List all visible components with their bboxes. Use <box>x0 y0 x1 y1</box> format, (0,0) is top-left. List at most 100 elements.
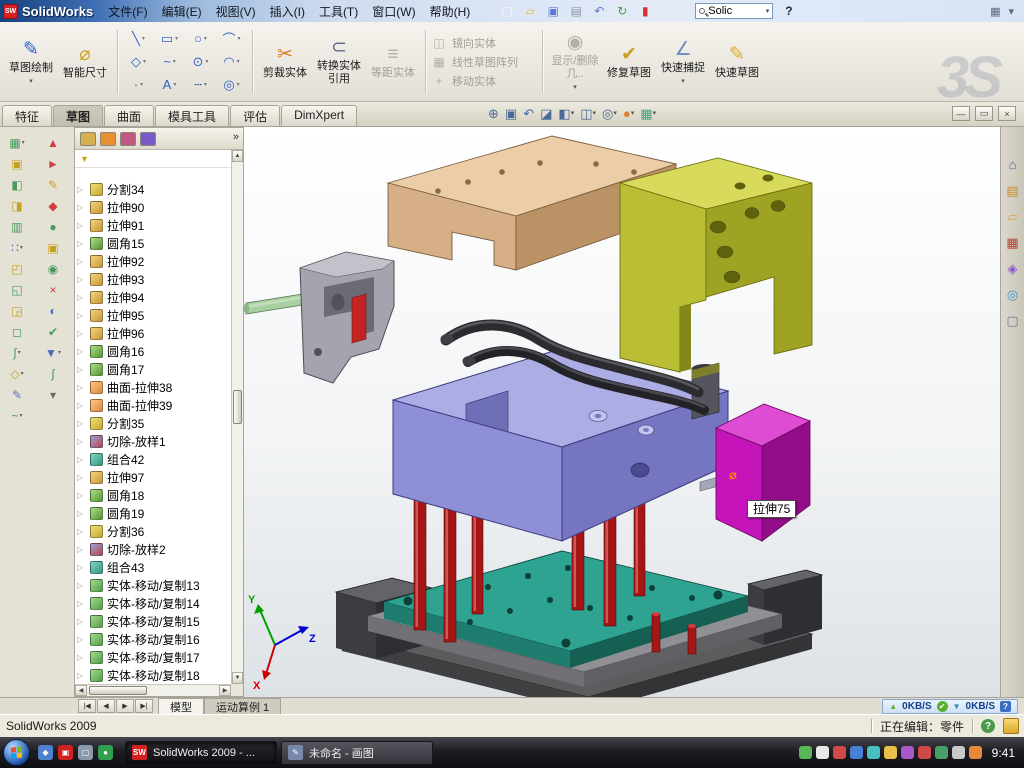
scroll-right-icon[interactable]: ▶ <box>219 685 231 696</box>
toolbar-icon[interactable]: ◧▾ <box>3 175 31 194</box>
tray-icon[interactable] <box>935 746 948 759</box>
quick-launch-icon[interactable]: ▣ <box>58 745 73 760</box>
file-explorer-icon[interactable]: ▱ <box>1008 209 1018 224</box>
panel-toggle-icon[interactable]: ▾ <box>1008 5 1014 18</box>
network-speed-widget[interactable]: ▲ 0KB/S ✔ ▼ 0KB/S ? <box>882 699 1018 714</box>
apply-scene-icon[interactable]: ▦▾ <box>640 105 656 123</box>
quick-launch-icon[interactable]: ● <box>98 745 113 760</box>
tray-icon[interactable] <box>901 746 914 759</box>
toolbar-icon[interactable]: ◇▾ <box>3 364 31 383</box>
display-delete-relations-button[interactable]: ◉ 显示/删除几.. ▾ <box>548 25 602 98</box>
expand-arrow-icon[interactable]: ▷ <box>77 221 86 230</box>
toolbar-icon[interactable]: ✔▾ <box>39 322 67 341</box>
undo-icon[interactable]: ↶ <box>591 3 607 19</box>
expand-arrow-icon[interactable]: ▷ <box>77 311 86 320</box>
command-tab[interactable]: 曲面 <box>104 105 154 126</box>
expand-arrow-icon[interactable]: ▷ <box>77 365 86 374</box>
custom-properties-icon[interactable]: ▢ <box>1006 313 1018 328</box>
command-tab[interactable]: 草图 <box>53 105 103 126</box>
edit-appearance-icon[interactable]: ●▾ <box>623 105 634 123</box>
panel-overflow-chevron[interactable]: » <box>233 131 239 143</box>
trim-entities-button[interactable]: ✂ 剪裁实体 ▾ <box>258 25 312 98</box>
restore-button[interactable]: ▭ <box>975 106 993 121</box>
toolbar-icon[interactable]: ◰▾ <box>3 259 31 278</box>
info-icon[interactable]: ? <box>1000 701 1011 712</box>
tree-item[interactable]: ▷ 圆角19 <box>75 504 231 522</box>
toolbar-icon[interactable]: ▦▾ <box>3 133 31 152</box>
scrollbar-thumb[interactable] <box>89 686 147 695</box>
animation-nav-button[interactable]: ▶| <box>135 699 153 713</box>
sketch-fillet-tool-icon[interactable]: ◠▾ <box>216 50 247 73</box>
featuremanager-tab[interactable] <box>80 132 96 146</box>
tray-icon[interactable] <box>833 746 846 759</box>
expand-arrow-icon[interactable]: ▷ <box>77 437 86 446</box>
quick-snaps-button[interactable]: ∠ 快速捕捉 ▾ <box>656 25 710 98</box>
toolbar-icon[interactable]: ▣▾ <box>3 154 31 173</box>
line-tool-icon[interactable]: ╲▾ <box>123 27 154 50</box>
polygon-tool-icon[interactable]: ◇▾ <box>123 50 154 73</box>
command-tab[interactable]: DimXpert <box>281 105 357 126</box>
toolbar-icon[interactable]: ∷▾ <box>3 238 31 257</box>
print-icon[interactable]: ▤ <box>568 3 584 19</box>
toolbar-icon[interactable]: ∫▾ <box>39 364 67 383</box>
document-tab[interactable]: 运动算例 1 <box>204 698 281 714</box>
construction-geometry-icon[interactable]: ◎▾ <box>216 73 247 96</box>
toolbar-icon[interactable]: ∫▾ <box>3 343 31 362</box>
toolbox-icon[interactable]: ▦ <box>1006 235 1018 250</box>
sketch-draw-button[interactable]: ✎ 草图绘制 ▾ <box>4 25 58 98</box>
repair-sketch-button[interactable]: ✔ 修复草图 ▾ <box>602 25 656 98</box>
tray-icon[interactable] <box>918 746 931 759</box>
menu-item[interactable]: 窗口(W) <box>365 0 422 23</box>
toolbar-icon[interactable]: ×▾ <box>39 280 67 299</box>
tree-item[interactable]: ▷ 实体-移动/复制18 <box>75 666 231 684</box>
expand-arrow-icon[interactable]: ▷ <box>77 581 86 590</box>
toolbar-icon[interactable]: ●▾ <box>39 217 67 236</box>
tree-item[interactable]: ▷ 曲面-拉伸39 <box>75 396 231 414</box>
menu-item[interactable]: 插入(I) <box>263 0 312 23</box>
stoplight-icon[interactable]: ▮ <box>637 3 653 19</box>
spline-tool-icon[interactable]: ~▾ <box>154 50 185 73</box>
toolbar-icon[interactable]: ◲▾ <box>3 301 31 320</box>
text-tool-icon[interactable]: A▾ <box>154 73 185 96</box>
tree-item[interactable]: ▷ 拉伸94 <box>75 288 231 306</box>
tree-item[interactable]: ▷ 实体-移动/复制17 <box>75 648 231 666</box>
tree-item[interactable]: ▷ 分割35 <box>75 414 231 432</box>
tree-vertical-scrollbar[interactable]: ▲ ▼ <box>231 150 243 684</box>
section-view-icon[interactable]: ◪▾ <box>540 105 552 123</box>
toolbar-icon[interactable]: ▲▾ <box>39 133 67 152</box>
menu-item[interactable]: 文件(F) <box>101 0 154 23</box>
document-tab[interactable]: 模型 <box>158 698 204 714</box>
command-tab[interactable]: 模具工具 <box>155 105 229 126</box>
circle-tool-icon[interactable]: ○▾ <box>185 27 216 50</box>
tray-icon[interactable] <box>867 746 880 759</box>
move-entities-button[interactable]: + 移动实体 <box>431 73 537 89</box>
expand-arrow-icon[interactable]: ▷ <box>77 185 86 194</box>
expand-arrow-icon[interactable]: ▷ <box>77 653 86 662</box>
propertymanager-tab[interactable] <box>100 132 116 146</box>
expand-arrow-icon[interactable]: ▷ <box>77 527 86 536</box>
menu-item[interactable]: 编辑(E) <box>155 0 209 23</box>
menu-item[interactable]: 工具(T) <box>312 0 365 23</box>
tray-icon[interactable] <box>884 746 897 759</box>
expand-arrow-icon[interactable]: ▷ <box>77 635 86 644</box>
rectangle-tool-icon[interactable]: ▭▾ <box>154 27 185 50</box>
expand-arrow-icon[interactable]: ▷ <box>77 203 86 212</box>
toolbar-icon[interactable]: ▾▾ <box>39 385 67 404</box>
start-button[interactable] <box>3 739 30 766</box>
graphics-viewport[interactable]: ⌀ Y Z X 拉伸75 <box>244 127 1000 697</box>
offset-entities-button[interactable]: ≡ 等距实体 ▾ <box>366 25 420 98</box>
command-tab[interactable]: 特征 <box>2 105 52 126</box>
ellipse-tool-icon[interactable]: ⊙▾ <box>185 50 216 73</box>
toolbar-icon[interactable]: ✎▾ <box>39 175 67 194</box>
smart-dimension-button[interactable]: ⌀ 智能尺寸 ▾ <box>58 25 112 98</box>
scroll-left-icon[interactable]: ◀ <box>75 685 87 696</box>
taskbar-task[interactable]: SW SolidWorks 2009 - ... <box>125 741 277 765</box>
toolbar-icon[interactable]: ◆▾ <box>39 196 67 215</box>
open-folder-icon[interactable]: ▱ <box>522 3 538 19</box>
tree-item[interactable]: ▷ 切除-放样1 <box>75 432 231 450</box>
toolbar-icon[interactable]: ◱▾ <box>3 280 31 299</box>
help-icon[interactable]: ? <box>785 4 792 18</box>
taskbar-task[interactable]: ✎ 未命名 - 画图 <box>281 741 433 765</box>
toolbar-icon[interactable]: ▣▾ <box>39 238 67 257</box>
tree-item[interactable]: ▷ 实体-移动/复制13 <box>75 576 231 594</box>
